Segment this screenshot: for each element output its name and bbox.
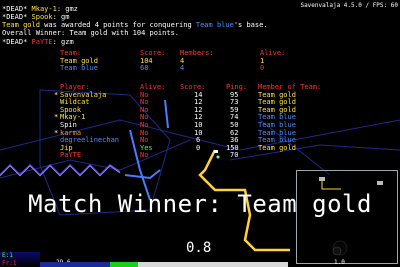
chat-line: *DEAD* Spook: gm [2, 13, 70, 21]
hud-bar-green [110, 262, 138, 267]
player-row: Jip Yes 0 150 Team gold [60, 143, 296, 152]
chat-line: *DEAD* Mkay-1: gmz [2, 5, 78, 13]
team-row: Team blue 68 4 0 [60, 64, 265, 73]
hud-bar-white [138, 262, 288, 267]
minimap-scale-label: 1.0 [334, 259, 345, 266]
overall-winner-line: Overall Winner: Team gold with 104 point… [2, 29, 180, 37]
player-scoreboard: Player: Alive: Score: Ping: Member of Te… [54, 83, 321, 160]
chat-line: Team gold was awarded 4 points for conqu… [2, 21, 268, 29]
hud-left-top: E:1 [2, 252, 13, 259]
team-scoreboard: Team: Score: Members: Alive: Team gold 1… [60, 49, 290, 73]
hud-bar-blue [40, 262, 110, 267]
countdown-timer: 0.8 [186, 240, 212, 256]
player-row: PaYTE No 70 [60, 151, 239, 160]
header-members: Members: [180, 49, 214, 57]
version-fps-label: Savenvalaja 4.5.0 / FPS: 60 [300, 2, 398, 9]
hud-left-bottom: Fr:1 [2, 260, 17, 267]
chat-line: *DEAD* PaYTE: gzm [2, 38, 74, 46]
match-winner-banner: Match Winner: Team gold [28, 190, 372, 218]
